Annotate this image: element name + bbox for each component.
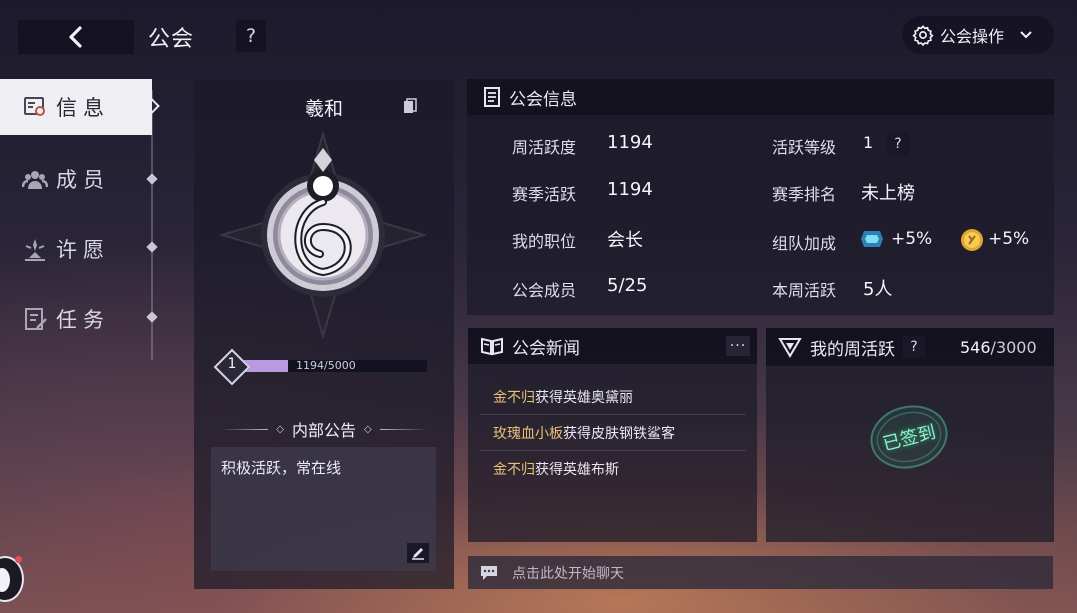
wish-icon: [22, 236, 48, 262]
chat-input-bar[interactable]: 点击此处开始聊天: [468, 556, 1053, 589]
weekly-active-label: 本周活跃: [772, 281, 837, 300]
weekly-score-max: /3000: [990, 338, 1037, 357]
weekly-active-value: 5人: [863, 279, 893, 300]
document-icon: [484, 87, 500, 107]
guild-news-title: 公会新闻: [512, 338, 580, 359]
news-text: 获得英雄奥黛丽: [535, 389, 633, 406]
info-card-icon: [22, 94, 48, 120]
members-icon: [22, 166, 48, 192]
diamond-icon: ◇: [276, 423, 284, 435]
copy-icon[interactable]: [403, 98, 417, 114]
news-text: 获得皮肤钢铁鲨客: [563, 425, 675, 442]
season-rank-label: 赛季排名: [772, 185, 837, 204]
season-activity-label: 赛季活跃: [512, 185, 577, 204]
notification-dot: [15, 556, 22, 563]
notice-title: 内部公告: [291, 421, 356, 440]
sidebar-item-label: 任务: [56, 308, 110, 332]
news-player-name: 金不归: [493, 389, 535, 406]
weekly-activity-title: 我的周活跃: [810, 339, 895, 360]
sidebar-item-info[interactable]: 信息: [0, 79, 152, 135]
notice-header: ◇ 内部公告 ◇: [210, 417, 438, 441]
weekly-score-value: 546: [960, 338, 991, 357]
news-text: 获得英雄布斯: [535, 462, 619, 478]
guild-level: 1: [227, 356, 237, 372]
guild-exp-fill: [244, 360, 288, 372]
exp-crystal-icon: [861, 231, 883, 247]
sidebar-item-members[interactable]: 成员: [0, 151, 152, 207]
activity-level-label: 活跃等级: [772, 138, 837, 157]
sidebar-item-wish[interactable]: 许愿: [0, 221, 152, 277]
my-position-label: 我的职位: [512, 232, 577, 251]
crest-icon: [778, 338, 802, 358]
back-button[interactable]: [18, 20, 134, 54]
signed-in-stamp[interactable]: 已签到: [868, 402, 950, 472]
gold-coin-icon: [961, 229, 983, 251]
guild-emblem: [220, 132, 426, 338]
diamond-icon: ◇: [364, 423, 372, 435]
weekly-help-button[interactable]: ?: [903, 336, 925, 358]
news-player-name: 玫瑰血小板: [493, 425, 563, 442]
chat-placeholder: 点击此处开始聊天: [512, 565, 624, 582]
sidebar-item-label: 许愿: [56, 238, 110, 262]
guild-info-title: 公会信息: [509, 89, 577, 110]
season-rank-value: 未上榜: [861, 183, 915, 204]
sidebar-item-label: 信息: [56, 96, 110, 120]
news-item: 玫瑰血小板 获得皮肤钢铁鲨客: [480, 415, 746, 451]
page-title: 公会: [148, 27, 195, 52]
guild-ops-label: 公会操作: [940, 27, 1005, 46]
news-player-name: 金不归: [493, 462, 535, 478]
weekly-score: 546/3000: [960, 338, 1037, 357]
gear-icon: [912, 25, 934, 46]
members-count-value: 5/25: [607, 275, 648, 296]
guild-ops-button[interactable]: 公会操作: [902, 16, 1054, 54]
guild-info-header: 公会信息: [467, 79, 1054, 115]
pencil-icon: [412, 548, 424, 560]
team-bonus-label: 组队加成: [772, 234, 837, 253]
edit-notice-button[interactable]: [407, 543, 429, 563]
sidebar-item-tasks[interactable]: 任务: [0, 291, 152, 347]
sidebar-item-label: 成员: [56, 168, 110, 192]
guild-news-header: 公会新闻: [468, 328, 757, 364]
my-position-value: 会长: [607, 230, 643, 251]
news-item: 金不归 获得英雄奥黛丽: [480, 379, 746, 415]
team-bonus-1-value: +5%: [891, 229, 933, 249]
chevron-down-icon: [1020, 31, 1032, 39]
divider: [220, 428, 269, 430]
activity-level-help-button[interactable]: ?: [887, 133, 909, 155]
notice-content: 积极活跃，常在线: [211, 447, 436, 571]
chat-bubble-icon: [481, 565, 497, 580]
news-more-button[interactable]: ···: [726, 336, 750, 356]
weekly-activity-value: 1194: [607, 132, 653, 153]
season-activity-value: 1194: [607, 179, 653, 200]
team-bonus-2-value: +5%: [988, 229, 1030, 249]
activity-level-value: 1: [863, 133, 874, 152]
news-item: 金不归 获得英雄布斯: [480, 451, 746, 487]
help-button[interactable]: ?: [236, 20, 266, 52]
members-count-label: 公会成员: [512, 281, 577, 300]
back-arrow-icon: [69, 26, 82, 48]
book-icon: [481, 337, 503, 356]
tasks-icon: [22, 306, 48, 332]
divider: [379, 428, 428, 430]
weekly-activity-label: 周活跃度: [512, 138, 577, 157]
guild-exp-text: 1194/5000: [296, 359, 356, 372]
